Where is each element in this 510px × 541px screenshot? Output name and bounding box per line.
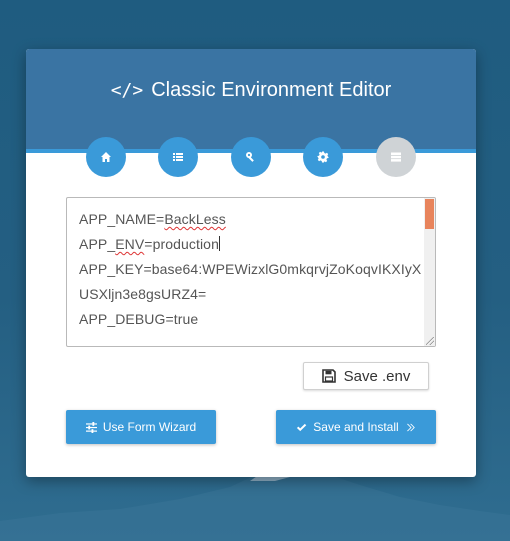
title-text: Classic Environment Editor xyxy=(151,79,392,101)
editor-line: USXljn3e8gsURZ4= xyxy=(79,283,421,308)
page-title: </> Classic Environment Editor xyxy=(26,79,476,102)
editor-text: APP_ xyxy=(79,236,116,252)
check-icon xyxy=(297,423,307,431)
install-label: Save and Install xyxy=(313,420,399,434)
scroll-thumb[interactable] xyxy=(425,199,434,229)
step-environment[interactable] xyxy=(303,137,343,177)
editor-line: APP_DEBUG=true xyxy=(79,308,421,333)
double-chevron-right-icon xyxy=(406,423,415,431)
editor-text: USXljn3e8gsURZ4= xyxy=(79,286,207,302)
server-icon xyxy=(391,152,401,162)
wizard-label: Use Form Wizard xyxy=(102,420,197,434)
sliders-icon xyxy=(85,421,97,433)
editor-lines: APP_NAME=BackLess APP_ENV=production APP_K… xyxy=(79,208,421,333)
editor-text: =production xyxy=(144,236,219,252)
editor-text: APP_KEY=base64:WPEWizxlG0mkqrvjZoKoqvIKX… xyxy=(79,261,422,277)
gear-icon xyxy=(317,151,329,163)
editor-text: APP_NAME= xyxy=(79,211,165,227)
use-form-wizard-button[interactable]: Use Form Wizard xyxy=(66,410,216,444)
key-icon xyxy=(246,152,254,162)
step-requirements[interactable] xyxy=(158,137,198,177)
wizard-steps xyxy=(26,137,476,177)
editor-card: </> Classic Environment Editor APP_NAME=… xyxy=(26,49,476,477)
text-caret xyxy=(218,236,220,251)
save-and-install-button[interactable]: Save and Install xyxy=(276,410,436,444)
editor-line: APP_KEY=base64:WPEWizxlG0mkqrvjZoKoqvIKX… xyxy=(79,258,421,283)
spellcheck-flagged-word: BackLess xyxy=(164,211,226,227)
home-icon xyxy=(101,152,111,162)
editor-text: APP_DEBUG=true xyxy=(79,311,199,327)
save-env-label: Save .env xyxy=(343,367,411,385)
editor-line: APP_ENV=production xyxy=(79,233,421,258)
editor-line: APP_NAME=BackLess xyxy=(79,208,421,233)
resize-handle[interactable] xyxy=(426,337,434,345)
floppy-disk-icon xyxy=(321,369,336,383)
list-icon xyxy=(173,153,183,161)
spellcheck-flagged-word: ENV xyxy=(115,236,145,252)
step-final[interactable] xyxy=(376,137,416,177)
code-icon: </> xyxy=(110,80,144,101)
save-env-button[interactable]: Save .env xyxy=(303,362,429,390)
step-permissions[interactable] xyxy=(231,137,271,177)
env-textarea[interactable]: APP_NAME=BackLess APP_ENV=production APP_K… xyxy=(66,197,436,347)
step-home[interactable] xyxy=(86,137,126,177)
scrollbar[interactable] xyxy=(424,198,435,346)
